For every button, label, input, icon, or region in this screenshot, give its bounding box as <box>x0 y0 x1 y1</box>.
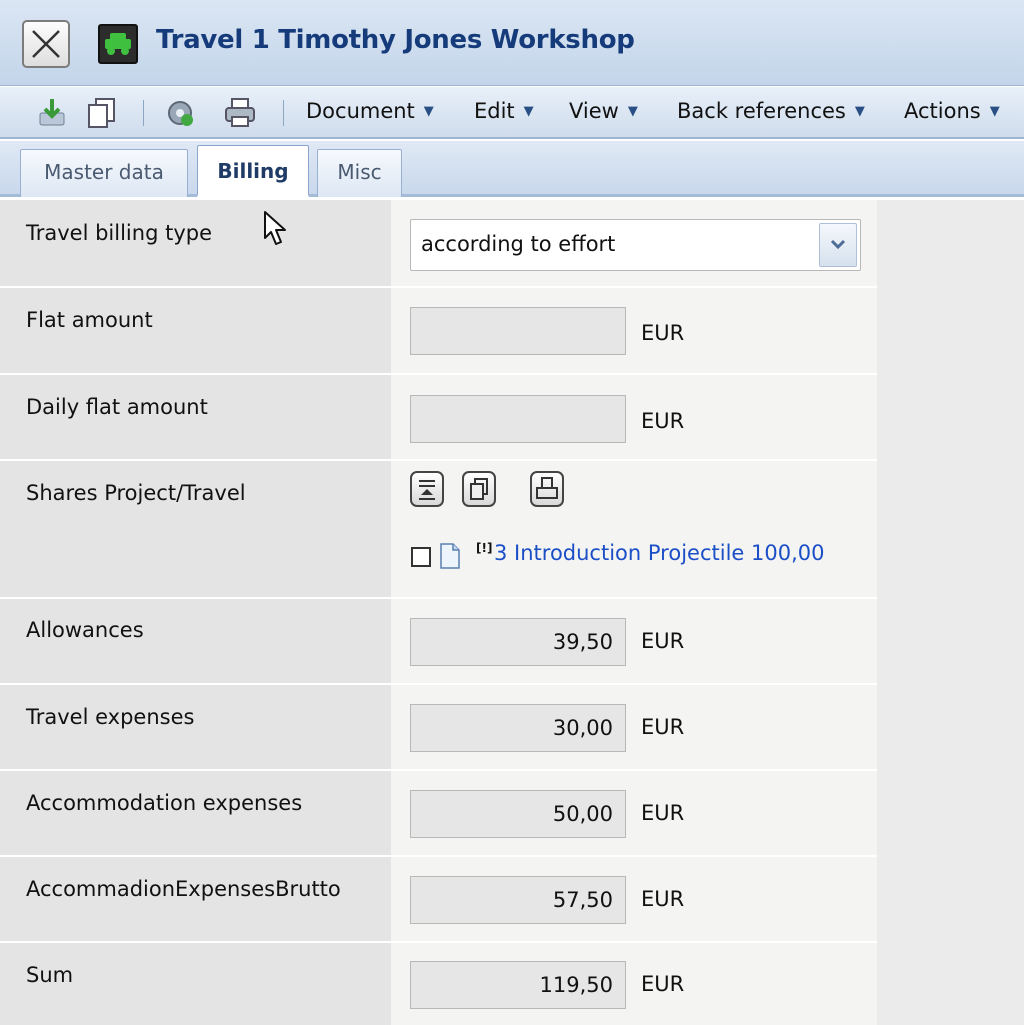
accommodation-brutto-unit: EUR <box>641 887 685 911</box>
value-cell: 39,50 EUR <box>391 599 877 685</box>
tab-misc[interactable]: Misc <box>317 149 402 197</box>
label-cell: Sum <box>0 943 391 1025</box>
menu-edit-label: Edit <box>474 99 515 123</box>
row-shares-project-travel: Shares Project/Travel [!] 3 Introduction… <box>0 461 877 599</box>
label-cell: Allowances <box>0 599 391 685</box>
row-allowances: Allowances 39,50 EUR <box>0 599 877 685</box>
chevron-down-icon: ▼ <box>627 104 638 119</box>
accommodation-brutto-field: 57,50 <box>410 876 626 924</box>
tab-billing[interactable]: Billing <box>197 145 309 197</box>
toolbar-separator <box>143 100 144 126</box>
chevron-down-icon: ▼ <box>523 104 534 119</box>
allowances-unit: EUR <box>641 629 685 653</box>
shares-label: Shares Project/Travel <box>26 481 246 505</box>
value-cell: 57,50 EUR <box>391 857 877 943</box>
daily-flat-amount-field[interactable] <box>410 395 626 443</box>
copy-share-button[interactable] <box>462 471 496 507</box>
copy-icon[interactable] <box>84 95 120 131</box>
menu-document[interactable]: Document ▼ <box>306 99 434 123</box>
toolbar-separator <box>283 100 284 126</box>
share-checkbox[interactable] <box>411 547 431 567</box>
sum-field: 119,50 <box>410 961 626 1009</box>
value-cell: EUR <box>391 375 877 461</box>
travel-billing-type-label: Travel billing type <box>26 221 212 245</box>
toolbar: Document ▼ Edit ▼ View ▼ Back references ▼ A… <box>0 87 1024 139</box>
value-cell: 50,00 EUR <box>391 771 877 857</box>
travel-expenses-label: Travel expenses <box>26 705 195 729</box>
print-icon[interactable] <box>222 95 258 131</box>
menu-document-label: Document <box>306 99 415 123</box>
row-daily-flat-amount: Daily flat amount EUR <box>0 375 877 461</box>
dropdown-button[interactable] <box>819 223 857 267</box>
menu-back-references-label: Back references <box>677 99 846 123</box>
copy-icon <box>470 478 488 500</box>
save-download-icon[interactable] <box>34 95 70 131</box>
chevron-down-icon <box>830 239 846 250</box>
flat-amount-label: Flat amount <box>26 308 153 332</box>
tab-master-data[interactable]: Master data <box>20 149 188 197</box>
mouse-cursor-icon <box>264 211 286 245</box>
value-cell: according to effort <box>391 200 877 288</box>
menu-back-references[interactable]: Back references ▼ <box>677 99 865 123</box>
row-flat-amount: Flat amount EUR <box>0 288 877 375</box>
menu-view[interactable]: View ▼ <box>569 99 638 123</box>
accommodation-expenses-unit: EUR <box>641 801 685 825</box>
value-cell: EUR <box>391 288 877 375</box>
allowances-label: Allowances <box>26 618 144 642</box>
menu-view-label: View <box>569 99 619 123</box>
sum-label: Sum <box>26 963 74 987</box>
accommodation-brutto-label: AccommadionExpensesBrutto <box>26 877 341 901</box>
window-title: Travel 1 Timothy Jones Workshop <box>156 25 635 55</box>
value-cell: 119,50 EUR <box>391 943 877 1025</box>
accommodation-expenses-field: 50,00 <box>410 790 626 838</box>
billing-form: Travel billing type according to effort … <box>0 200 1024 1025</box>
label-cell: Daily flat amount <box>0 375 391 461</box>
print-share-button[interactable] <box>530 471 564 507</box>
travel-expenses-unit: EUR <box>641 715 685 739</box>
chevron-down-icon: ▼ <box>854 104 865 119</box>
row-accommodation-expenses: Accommodation expenses 50,00 EUR <box>0 771 877 857</box>
label-cell: Flat amount <box>0 288 391 375</box>
tab-strip: Master data Billing Misc <box>0 141 1024 197</box>
list-add-icon <box>419 480 435 500</box>
menu-actions-label: Actions <box>904 99 981 123</box>
row-travel-billing-type: Travel billing type according to effort <box>0 200 877 288</box>
chevron-down-icon: ▼ <box>423 104 434 119</box>
travel-expenses-field: 30,00 <box>410 704 626 752</box>
row-travel-expenses: Travel expenses 30,00 EUR <box>0 685 877 771</box>
chevron-down-icon: ▼ <box>989 104 1000 119</box>
share-item-link[interactable]: 3 Introduction Projectile 100,00 <box>494 541 824 565</box>
print-icon <box>536 477 558 499</box>
label-cell: AccommadionExpensesBrutto <box>0 857 391 943</box>
share-flag-marker: [!] <box>476 541 493 555</box>
flat-amount-unit: EUR <box>641 321 685 345</box>
label-cell: Travel expenses <box>0 685 391 771</box>
travel-billing-type-value: according to effort <box>421 232 616 256</box>
add-share-button[interactable] <box>410 471 444 507</box>
settings-gear-icon[interactable] <box>162 95 198 131</box>
daily-flat-amount-label: Daily flat amount <box>26 395 208 419</box>
accommodation-expenses-label: Accommodation expenses <box>26 791 303 815</box>
row-sum: Sum 119,50 EUR <box>0 943 877 1025</box>
label-cell: Accommodation expenses <box>0 771 391 857</box>
travel-car-icon <box>98 24 138 64</box>
menu-actions[interactable]: Actions ▼ <box>904 99 1000 123</box>
close-window-button[interactable] <box>22 20 70 68</box>
flat-amount-field[interactable] <box>410 307 626 355</box>
value-cell: 30,00 EUR <box>391 685 877 771</box>
travel-billing-type-select[interactable]: according to effort <box>410 219 861 271</box>
value-cell: [!] 3 Introduction Projectile 100,00 <box>391 461 877 599</box>
close-icon <box>32 30 60 58</box>
allowances-field: 39,50 <box>410 618 626 666</box>
menu-edit[interactable]: Edit ▼ <box>474 99 534 123</box>
sum-unit: EUR <box>641 972 685 996</box>
window-titlebar: Travel 1 Timothy Jones Workshop <box>0 0 1024 86</box>
label-cell: Shares Project/Travel <box>0 461 391 599</box>
row-accommodation-expenses-brutto: AccommadionExpensesBrutto 57,50 EUR <box>0 857 877 943</box>
document-icon <box>440 543 460 569</box>
label-cell: Travel billing type <box>0 200 391 288</box>
daily-flat-amount-unit: EUR <box>641 409 685 433</box>
